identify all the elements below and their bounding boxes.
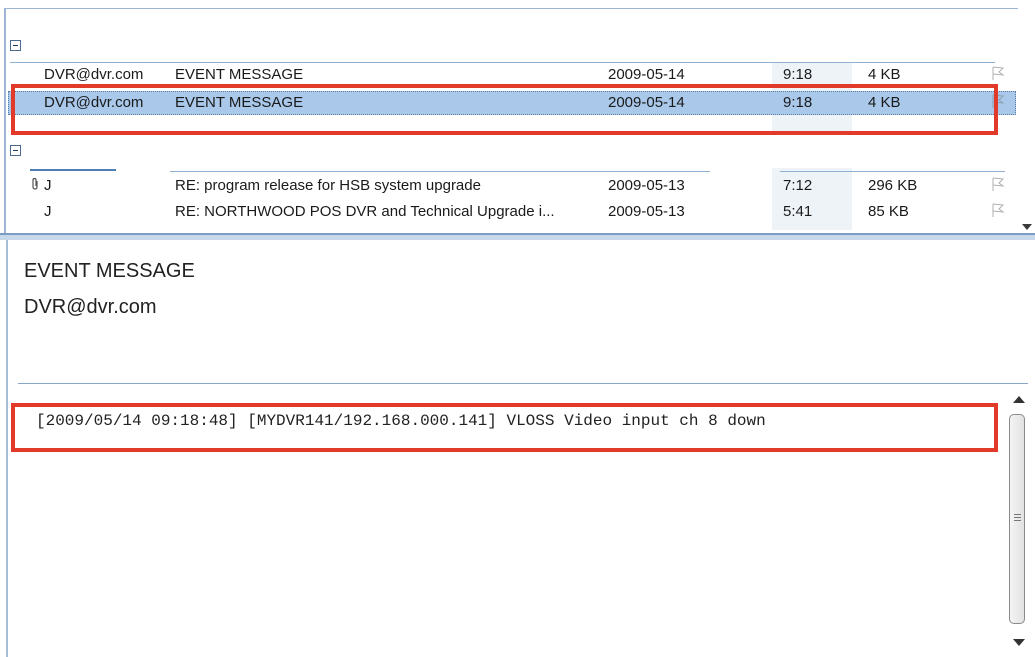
message-from: J — [44, 203, 52, 220]
pane-splitter[interactable] — [0, 233, 1035, 240]
grip-icon — [1014, 514, 1021, 515]
group-divider — [30, 169, 116, 171]
group-header[interactable] — [10, 36, 1000, 60]
message-subject: EVENT MESSAGE — [175, 66, 304, 83]
list-scrollbar[interactable] — [1018, 8, 1035, 234]
message-from: DVR@dvr.com — [44, 66, 144, 83]
scroll-up-icon[interactable] — [1013, 396, 1025, 403]
scroll-down-icon[interactable] — [1022, 224, 1032, 230]
highlight-box-message-body — [11, 403, 998, 452]
flag-icon[interactable] — [990, 176, 1008, 196]
list-top-border — [4, 8, 1018, 9]
message-time: 7:12 — [783, 177, 813, 194]
message-time: 9:18 — [783, 66, 813, 83]
flag-icon[interactable] — [990, 65, 1008, 85]
message-subject: RE: NORTHWOOD POS DVR and Technical Upgr… — [175, 203, 555, 220]
message-subject: RE: program release for HSB system upgra… — [175, 177, 481, 194]
message-time: 5:41 — [783, 203, 813, 220]
message-date: 2009-05-14 — [608, 66, 685, 83]
collapse-icon[interactable] — [10, 145, 21, 156]
reading-left-border — [6, 240, 8, 657]
message-subject-heading: EVENT MESSAGE — [24, 260, 195, 282]
message-row[interactable]: J RE: program release for HSB system upg… — [8, 174, 1016, 198]
group-divider — [170, 171, 710, 172]
group-header[interactable] — [10, 141, 1000, 165]
highlight-box-selected-message — [11, 84, 998, 135]
message-size: 4 KB — [868, 66, 901, 83]
paperclip-icon — [30, 177, 42, 194]
message-size: 296 KB — [868, 177, 918, 194]
scrollbar-thumb[interactable] — [1009, 414, 1025, 624]
list-left-border — [4, 8, 6, 240]
header-divider — [18, 383, 1028, 384]
message-date: 2009-05-13 — [608, 203, 685, 220]
message-row[interactable]: J RE: NORTHWOOD POS DVR and Technical Up… — [8, 200, 1016, 224]
body-scrollbar[interactable] — [1007, 390, 1030, 652]
scroll-down-icon[interactable] — [1013, 639, 1025, 646]
flag-icon[interactable] — [990, 202, 1008, 222]
message-sender[interactable]: DVR@dvr.com — [24, 296, 157, 319]
message-from: J — [44, 177, 52, 194]
message-size: 85 KB — [868, 203, 909, 220]
collapse-icon[interactable] — [10, 40, 21, 51]
message-date: 2009-05-13 — [608, 177, 685, 194]
group-divider — [780, 171, 1005, 172]
